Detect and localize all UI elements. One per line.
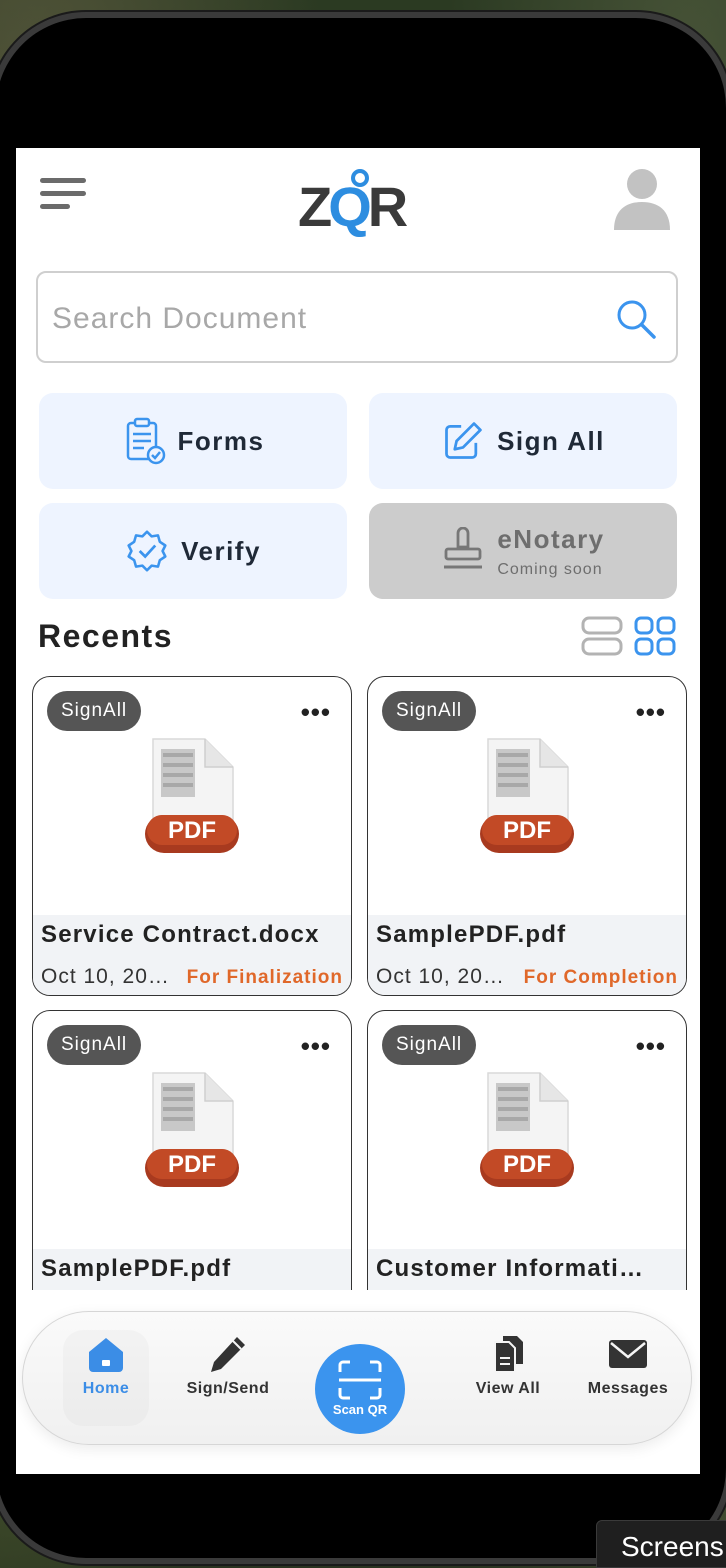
forms-button[interactable]: Forms xyxy=(39,393,347,489)
forms-icon xyxy=(126,417,165,465)
pdf-file-icon: PDF xyxy=(480,738,574,853)
home-icon xyxy=(89,1338,123,1372)
pen-icon xyxy=(211,1337,245,1372)
document-status: For Completion xyxy=(523,967,678,988)
recents-title: Recents xyxy=(38,618,173,654)
document-date: Oct 10, 20… xyxy=(376,965,505,988)
nav-sign-send[interactable]: Sign/Send xyxy=(173,1334,283,1398)
search-icon[interactable] xyxy=(614,297,658,341)
document-card[interactable]: SignAll ••• PDF SamplePDF.pdf Oct 10, 20… xyxy=(367,676,687,996)
document-name: SamplePDF.pdf xyxy=(376,921,567,948)
pdf-file-icon: PDF xyxy=(480,1072,574,1187)
nav-home-label: Home xyxy=(82,1380,130,1397)
svg-text:PDF: PDF xyxy=(503,817,551,844)
edit-icon xyxy=(445,422,482,459)
source-badge: SignAll xyxy=(47,1025,142,1065)
sign-all-label: Sign All xyxy=(497,425,605,456)
list-view-icon[interactable] xyxy=(581,616,623,656)
source-badge: SignAll xyxy=(382,1025,477,1065)
nav-messages[interactable]: Messages xyxy=(573,1334,683,1398)
scan-qr-label: Scan QR xyxy=(332,1402,388,1417)
documents-icon xyxy=(494,1336,523,1373)
verified-badge-icon xyxy=(127,530,167,572)
nav-view-all-label: View All xyxy=(475,1380,541,1397)
card-footer: SamplePDF.pdf Oct 10, 20… For Completion xyxy=(368,915,686,995)
document-name: SamplePDF.pdf xyxy=(41,1255,232,1282)
document-card[interactable]: SignAll ••• PDF Service Contract.docx Oc… xyxy=(32,676,352,996)
verify-button[interactable]: Verify xyxy=(39,503,347,599)
app-screen: ZQR Forms Sign All xyxy=(16,148,700,1474)
bottom-navigation: Home Sign/Send Scan QR View All Messages xyxy=(22,1311,692,1445)
more-options-icon[interactable]: ••• xyxy=(301,699,331,725)
document-name: Customer Informati… xyxy=(376,1255,645,1282)
sign-all-button[interactable]: Sign All xyxy=(369,393,677,489)
nav-sign-send-label: Sign/Send xyxy=(186,1380,270,1397)
enotary-coming-soon: Coming soon xyxy=(497,560,603,578)
source-badge: SignAll xyxy=(382,691,477,731)
envelope-icon xyxy=(609,1340,647,1368)
screenshot-tooltip: Screens xyxy=(596,1520,726,1568)
nav-home[interactable]: Home xyxy=(51,1334,161,1398)
hamburger-menu-icon[interactable] xyxy=(40,178,88,214)
verify-label: Verify xyxy=(181,535,261,566)
nav-view-all[interactable]: View All xyxy=(453,1334,563,1398)
grid-view-icon[interactable] xyxy=(634,616,676,656)
app-logo: ZQR xyxy=(298,162,422,238)
more-options-icon[interactable]: ••• xyxy=(636,1033,666,1059)
pdf-file-icon: PDF xyxy=(145,1072,239,1187)
document-status: For Finalization xyxy=(186,967,343,988)
stamp-icon xyxy=(444,527,483,569)
more-options-icon[interactable]: ••• xyxy=(301,1033,331,1059)
forms-label: Forms xyxy=(177,425,265,456)
svg-text:PDF: PDF xyxy=(168,1151,216,1178)
document-card[interactable]: SignAll ••• PDF SamplePDF.pdf xyxy=(32,1010,352,1330)
scan-qr-button[interactable]: Scan QR xyxy=(315,1344,405,1434)
user-avatar-icon[interactable] xyxy=(612,164,672,234)
qr-scan-icon xyxy=(338,1360,382,1400)
pdf-file-icon: PDF xyxy=(145,738,239,853)
svg-text:PDF: PDF xyxy=(503,1151,551,1178)
enotary-button: eNotary Coming soon xyxy=(369,503,677,599)
search-bar[interactable] xyxy=(36,271,678,363)
document-date: Oct 10, 20… xyxy=(41,965,170,988)
card-footer: Service Contract.docx Oct 10, 20… For Fi… xyxy=(33,915,351,995)
enotary-label: eNotary xyxy=(497,523,605,554)
more-options-icon[interactable]: ••• xyxy=(636,699,666,725)
document-card[interactable]: SignAll ••• PDF Customer Informati… xyxy=(367,1010,687,1330)
search-input[interactable] xyxy=(50,291,594,347)
nav-messages-label: Messages xyxy=(587,1380,669,1397)
source-badge: SignAll xyxy=(47,691,142,731)
svg-text:PDF: PDF xyxy=(168,817,216,844)
document-name: Service Contract.docx xyxy=(41,921,320,948)
